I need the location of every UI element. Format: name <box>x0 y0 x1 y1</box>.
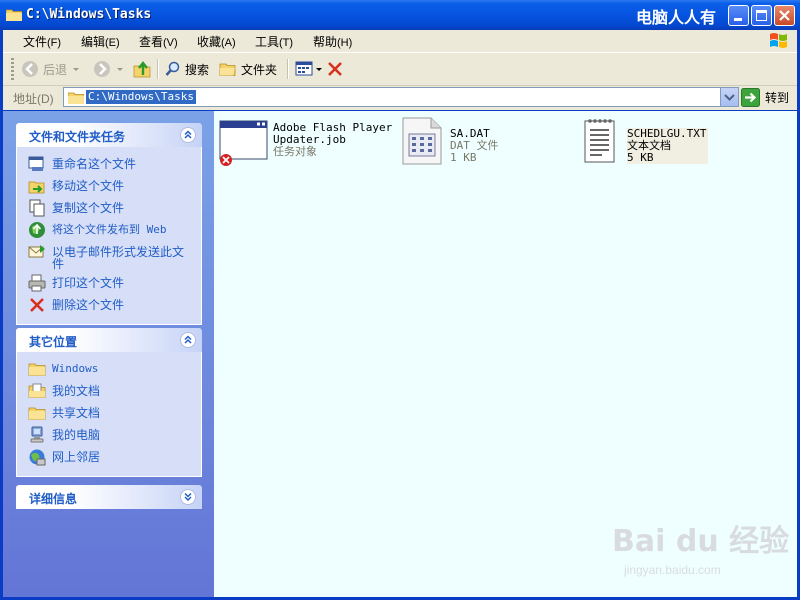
address-value: C:\Windows\Tasks <box>86 90 196 104</box>
up-folder-icon <box>133 61 151 78</box>
chevron-down-icon <box>724 94 735 101</box>
search-button[interactable]: 搜索 <box>165 58 209 80</box>
copy-icon <box>29 199 45 217</box>
forward-arrow-icon <box>94 61 110 77</box>
printer-icon <box>28 274 46 292</box>
network-icon <box>29 449 46 466</box>
collapse-icon[interactable] <box>180 332 196 348</box>
text-file-icon <box>584 119 615 163</box>
back-button[interactable]: 后退 <box>21 58 81 80</box>
maximize-icon <box>756 10 767 21</box>
menu-help[interactable]: 帮助(H) <box>313 33 352 50</box>
delete-icon <box>30 298 44 312</box>
delete-button[interactable] <box>327 58 343 80</box>
chevron-down-icon <box>73 68 80 71</box>
baidu-watermark: Bai du 经验 <box>612 524 790 559</box>
up-folder-button[interactable] <box>133 58 151 80</box>
task-rename[interactable]: 重命名这个文件 <box>17 153 201 175</box>
forward-button[interactable] <box>93 58 125 80</box>
dat-file-icon <box>402 117 442 165</box>
window-title: C:\Windows\Tasks <box>26 7 152 22</box>
details-panel: 详细信息 <box>16 485 202 509</box>
other-places-header[interactable]: 其它位置 <box>16 328 202 352</box>
go-arrow-icon <box>741 87 760 107</box>
expand-icon[interactable] <box>180 489 196 505</box>
task-publish-web[interactable]: 将这个文件发布到 Web <box>17 219 201 241</box>
task-copy[interactable]: 复制这个文件 <box>17 197 201 219</box>
task-delete[interactable]: 删除这个文件 <box>17 294 201 316</box>
folder-icon <box>68 92 84 104</box>
folder-icon <box>28 363 46 376</box>
menu-tools[interactable]: 工具(T) <box>255 33 293 50</box>
other-places-panel: 其它位置 Windows 我的文档 共享文档 我的电脑 网上邻居 <box>16 328 202 477</box>
close-button[interactable] <box>774 5 795 26</box>
minimize-button[interactable] <box>728 5 749 26</box>
go-button[interactable]: 转到 <box>741 87 789 107</box>
details-header[interactable]: 详细信息 <box>16 485 202 509</box>
menu-favorites[interactable]: 收藏(A) <box>197 33 236 50</box>
place-network[interactable]: 网上邻居 <box>17 446 201 468</box>
views-icon <box>295 61 313 76</box>
watermark-url: jingyan.baidu.com <box>624 563 721 577</box>
place-my-computer[interactable]: 我的电脑 <box>17 424 201 446</box>
my-computer-icon <box>30 426 44 443</box>
publish-web-icon <box>29 222 45 238</box>
shared-folder-icon <box>28 407 46 420</box>
task-print[interactable]: 打印这个文件 <box>17 272 201 294</box>
search-icon <box>165 61 180 76</box>
task-move[interactable]: 移动这个文件 <box>17 175 201 197</box>
address-label: 地址(D) <box>13 92 54 106</box>
collapse-icon[interactable] <box>180 127 196 143</box>
chevron-down-icon <box>316 68 322 71</box>
close-icon <box>779 10 790 21</box>
place-my-documents[interactable]: 我的文档 <box>17 380 201 402</box>
scheduled-task-icon <box>219 120 268 166</box>
folder-icon <box>6 9 22 21</box>
rename-icon <box>28 156 44 171</box>
title-watermark: 电脑人人有 <box>636 8 717 27</box>
toolbar: 后退 搜索 文件夹 <box>3 53 797 86</box>
task-email[interactable]: 以电子邮件形式发送此文件 <box>17 241 201 272</box>
chevron-down-icon <box>117 68 123 71</box>
file-tasks-panel: 文件和文件夹任务 重命名这个文件 移动这个文件 复制这个文件 将这个文件发布到 … <box>16 123 202 325</box>
menu-edit[interactable]: 编辑(E) <box>81 33 120 50</box>
place-shared-documents[interactable]: 共享文档 <box>17 402 201 424</box>
move-icon <box>28 181 45 194</box>
menu-file[interactable]: 文件(F) <box>23 33 61 50</box>
file-item[interactable]: Adobe Flash Player Updater.job 任务对象 <box>219 119 394 169</box>
folders-button[interactable]: 文件夹 <box>219 58 277 80</box>
views-button[interactable] <box>295 58 323 80</box>
my-documents-icon <box>28 383 46 398</box>
file-list[interactable]: Adobe Flash Player Updater.job 任务对象 SA.D… <box>214 111 797 597</box>
address-bar: 地址(D) C:\Windows\Tasks 转到 <box>3 86 797 110</box>
back-arrow-icon <box>22 61 38 77</box>
title-bar[interactable]: C:\Windows\Tasks 电脑人人有 <box>0 0 800 30</box>
file-item[interactable]: SA.DAT DAT 文件 1 KB <box>401 117 541 167</box>
folder-icon <box>219 63 236 76</box>
file-item[interactable]: SCHEDLGU.TXT 文本文档 5 KB <box>582 117 732 167</box>
file-tasks-header[interactable]: 文件和文件夹任务 <box>16 123 202 147</box>
task-pane: 文件和文件夹任务 重命名这个文件 移动这个文件 复制这个文件 将这个文件发布到 … <box>3 111 214 597</box>
menu-bar: 文件(F) 编辑(E) 查看(V) 收藏(A) 工具(T) 帮助(H) <box>3 30 797 53</box>
maximize-button[interactable] <box>751 5 772 26</box>
menu-view[interactable]: 查看(V) <box>139 33 178 50</box>
place-windows[interactable]: Windows <box>17 358 201 380</box>
email-icon <box>28 245 45 258</box>
windows-logo-icon <box>770 33 787 48</box>
address-input[interactable]: C:\Windows\Tasks <box>63 87 739 107</box>
minimize-icon <box>734 18 742 21</box>
delete-icon <box>328 62 342 76</box>
address-dropdown-button[interactable] <box>720 88 738 106</box>
